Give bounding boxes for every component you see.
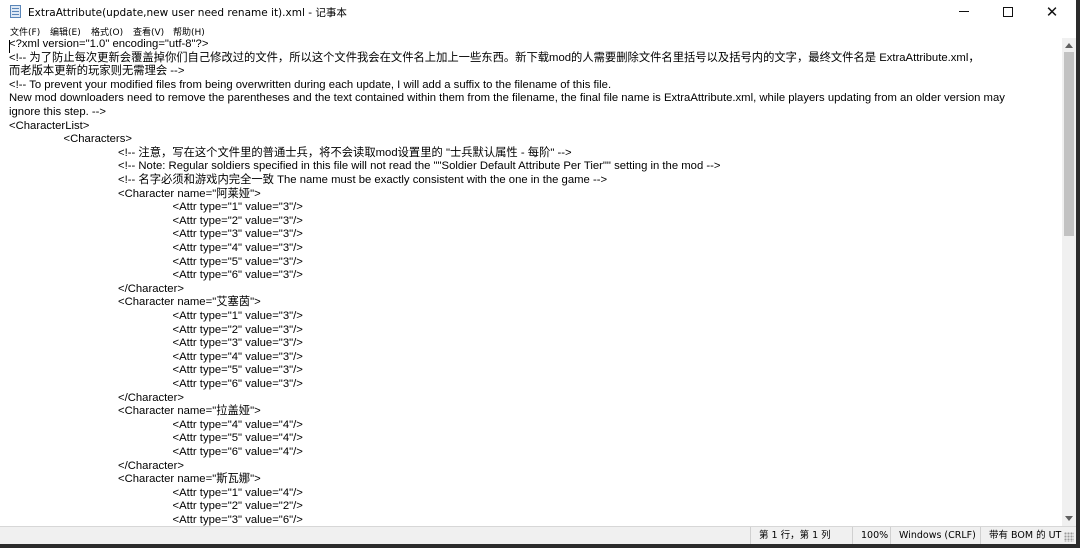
resize-grip-icon[interactable] (1064, 532, 1074, 542)
editor-line: New mod downloaders need to remove the p… (9, 92, 1005, 105)
close-icon: ✕ (1045, 3, 1059, 21)
status-cursor-position: 第 1 行，第 1 列 (750, 527, 852, 544)
close-button[interactable]: ✕ (1030, 0, 1074, 24)
editor-line: <Attr type="1" value="3"/> (172, 310, 303, 322)
editor-line: <Attr type="2" value="3"/> (172, 214, 303, 227)
status-encoding: 带有 BOM 的 UT (980, 527, 1062, 544)
editor-line: <!-- 为了防止每次更新会覆盖掉你们自己修改过的文件，所以这个文件我会在文件名… (9, 51, 980, 64)
minimize-icon (959, 11, 969, 12)
menu-bar: 文件(F) 编辑(E) 格式(O) 查看(V) 帮助(H) (0, 24, 1076, 38)
notepad-window: ExtraAttribute(update,new user need rena… (0, 0, 1080, 548)
menu-help[interactable]: 帮助(H) (173, 25, 205, 38)
editor-line: <Attr type="5" value="4"/> (172, 432, 303, 445)
title-bar[interactable]: ExtraAttribute(update,new user need rena… (0, 0, 1076, 24)
status-bar: 第 1 行，第 1 列 100% Windows (CRLF) 带有 BOM 的… (0, 526, 1076, 544)
editor-line: 而老版本更新的玩家则无需理会 --> (9, 65, 185, 78)
editor-line: <Attr type="4" value="3"/> (172, 350, 303, 363)
editor-line: </Character> (118, 459, 184, 472)
scroll-up-arrow-icon[interactable] (1065, 43, 1073, 48)
editor-line: <Attr type="4" value="4"/> (172, 418, 303, 431)
scroll-down-arrow-icon[interactable] (1065, 516, 1073, 521)
editor-line: <Attr type="3" value="6"/> (172, 514, 303, 526)
status-line-ending: Windows (CRLF) (890, 527, 980, 544)
editor-line: <Attr type="3" value="3"/> (172, 337, 303, 350)
minimize-button[interactable] (942, 0, 986, 24)
editor-line: <Characters> (63, 133, 132, 146)
editor-line: <Attr type="5" value="3"/> (172, 364, 303, 377)
editor-line: <Character name="拉盖娅"> (118, 405, 261, 418)
editor-line: <Attr type="4" value="3"/> (172, 242, 303, 254)
menu-edit[interactable]: 编辑(E) (50, 25, 81, 38)
editor-line: <CharacterList> (9, 119, 90, 132)
window-title: ExtraAttribute(update,new user need rena… (28, 7, 347, 19)
menu-file[interactable]: 文件(F) (10, 25, 40, 38)
editor-line: <Attr type="2" value="3"/> (172, 323, 303, 336)
editor-line: <Attr type="5" value="3"/> (172, 255, 303, 268)
editor-line: <Attr type="2" value="2"/> (172, 500, 303, 513)
maximize-icon (1003, 6, 1013, 17)
editor-line: <Character name="斯瓦娜"> (118, 473, 261, 486)
menu-view[interactable]: 查看(V) (133, 25, 164, 38)
editor-line: <!-- Note: Regular soldiers specified in… (118, 160, 721, 173)
editor-line: </Character> (118, 282, 184, 295)
scrollbar-thumb[interactable] (1064, 52, 1074, 236)
editor-line: <Attr type="6" value="3"/> (172, 378, 303, 390)
editor-line: <?xml version="1.0" encoding="utf-8"?> (9, 38, 209, 50)
vertical-scrollbar[interactable] (1062, 38, 1076, 526)
editor-line: <Attr type="3" value="3"/> (172, 228, 303, 241)
editor-line: <!-- 注意，写在这个文件里的普通士兵，将不会读取mod设置里的 "士兵默认属… (118, 146, 572, 159)
notepad-app-icon[interactable] (10, 5, 21, 18)
editor-line: <Attr type="1" value="3"/> (172, 201, 303, 214)
editor-line: <!-- To prevent your modified files from… (9, 78, 612, 91)
editor-line: <!-- 名字必须和游戏内完全一致 The name must be exact… (118, 174, 608, 186)
editor-line: <Character name="阿莱娅"> (118, 187, 261, 200)
editor-line: </Character> (118, 391, 184, 404)
editor-line: <Character name="艾塞茵"> (118, 296, 261, 309)
editor-line: <Attr type="6" value="4"/> (172, 446, 303, 458)
menu-format[interactable]: 格式(O) (91, 25, 123, 38)
maximize-button[interactable] (986, 0, 1030, 24)
editor-line: <Attr type="6" value="3"/> (172, 269, 303, 282)
editor-line: ignore this step. --> (9, 106, 107, 118)
text-editor-area[interactable]: <?xml version="1.0" encoding="utf-8"?> <!… (0, 38, 1062, 526)
editor-line: <Attr type="1" value="4"/> (172, 486, 303, 499)
status-zoom: 100% (852, 527, 890, 544)
text-caret (9, 40, 10, 53)
